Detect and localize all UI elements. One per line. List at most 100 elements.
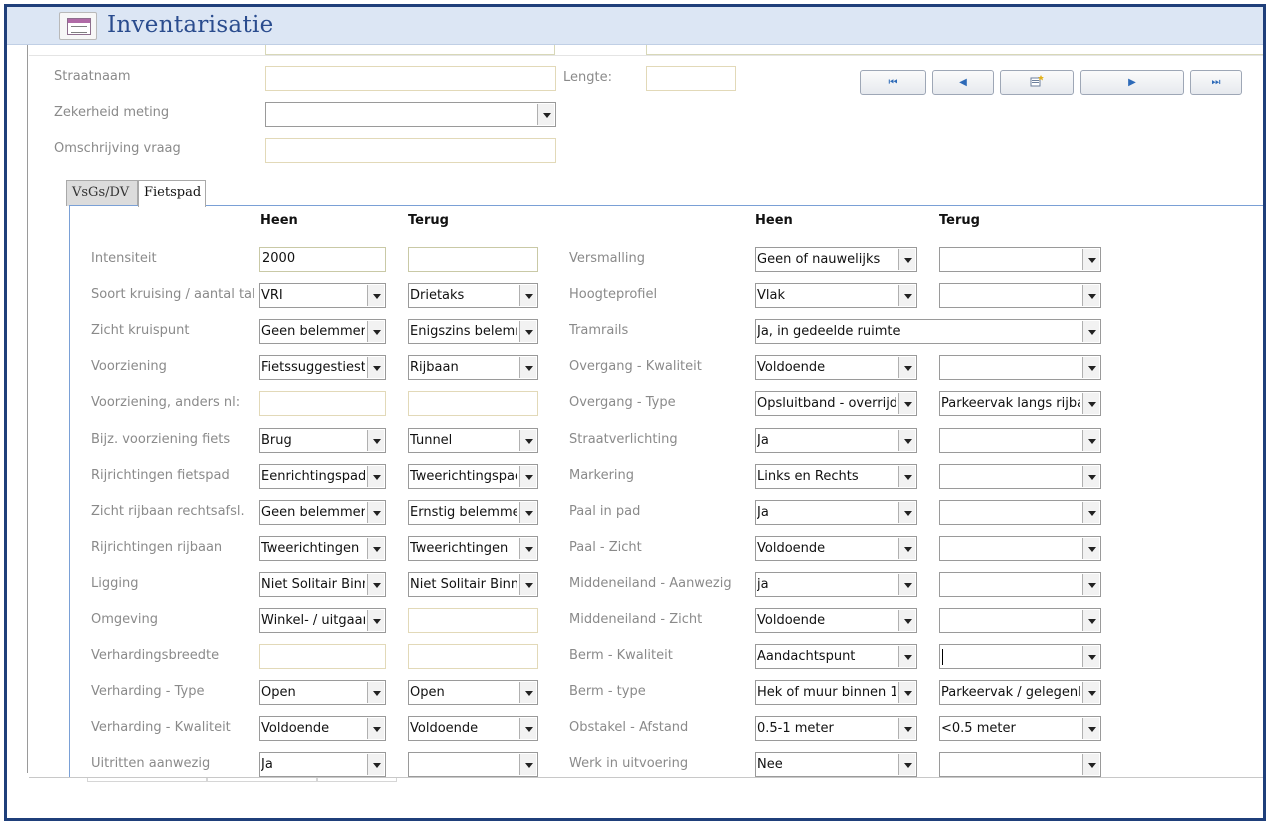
overgang-kwaliteit-terug-select[interactable] <box>939 355 1101 380</box>
chevron-down-icon[interactable] <box>898 538 915 559</box>
markering-heen-select[interactable]: Links en Rechts <box>755 464 917 489</box>
tramrails-select[interactable]: Ja, in gedeelde ruimte <box>755 319 1101 344</box>
chevron-down-icon[interactable] <box>1082 249 1099 270</box>
rijrichtingen-rijbaan-terug-select[interactable]: Tweerichtingen <box>408 536 538 561</box>
chevron-down-icon[interactable] <box>519 754 536 775</box>
obstakel-afstand-heen-select[interactable]: 0.5-1 meter <box>755 716 917 741</box>
chevron-down-icon[interactable] <box>367 466 384 487</box>
middeneiland-zicht-heen-select[interactable]: Voldoende <box>755 608 917 633</box>
zicht-rijbaan-rechtsafsl-terug-select[interactable]: Ernstig belemmerd <box>408 500 538 525</box>
chevron-down-icon[interactable] <box>367 502 384 523</box>
rijrichtingen-rijbaan-heen-select[interactable]: Tweerichtingen <box>259 536 386 561</box>
intensiteit-terug-field[interactable] <box>408 247 538 272</box>
voorziening-anders-nl-terug-field[interactable] <box>408 391 538 416</box>
chevron-down-icon[interactable] <box>519 357 536 378</box>
obstakel-afstand-terug-select[interactable]: <0.5 meter <box>939 716 1101 741</box>
tab-vsgs-dv[interactable]: VsGs/DV <box>66 180 138 206</box>
verharding-type-heen-select[interactable]: Open <box>259 680 386 705</box>
ligging-heen-select[interactable]: Niet Solitair Binnen <box>259 572 386 597</box>
verhardingsbreedte-heen-field[interactable] <box>259 644 386 669</box>
voorziening-heen-select[interactable]: Fietssuggestiestrook <box>259 355 386 380</box>
chevron-down-icon[interactable] <box>1082 682 1099 703</box>
chevron-down-icon[interactable] <box>519 285 536 306</box>
zicht-kruispunt-heen-select[interactable]: Geen belemmering <box>259 319 386 344</box>
chevron-down-icon[interactable] <box>1082 754 1099 775</box>
straatverlichting-heen-select[interactable]: Ja <box>755 428 917 453</box>
zicht-kruispunt-terug-select[interactable]: Enigszins belemmerd <box>408 319 538 344</box>
chevron-down-icon[interactable] <box>1082 393 1099 414</box>
werk-in-uitvoering-terug-select[interactable] <box>939 752 1101 777</box>
uitritten-aanwezig-heen-select[interactable]: Ja <box>259 752 386 777</box>
chevron-down-icon[interactable] <box>898 682 915 703</box>
chevron-down-icon[interactable] <box>898 430 915 451</box>
versmalling-heen-select[interactable]: Geen of nauwelijks <box>755 247 917 272</box>
rijrichtingen-fietspad-heen-select[interactable]: Eenrichtingspad <box>259 464 386 489</box>
overgang-type-heen-select[interactable]: Opsluitband - overrijdbaar <box>755 391 917 416</box>
chevron-down-icon[interactable] <box>367 718 384 739</box>
last-record-button[interactable]: ⏭ <box>1190 70 1242 95</box>
paal-in-pad-terug-select[interactable] <box>939 500 1101 525</box>
partial-field-left[interactable] <box>265 45 555 55</box>
chevron-down-icon[interactable] <box>898 393 915 414</box>
overgang-kwaliteit-heen-select[interactable]: Voldoende <box>755 355 917 380</box>
omgeving-terug-field[interactable] <box>408 608 538 633</box>
chevron-down-icon[interactable] <box>898 754 915 775</box>
chevron-down-icon[interactable] <box>1082 646 1099 667</box>
paal-in-pad-heen-select[interactable]: Ja <box>755 500 917 525</box>
hoogteprofiel-terug-select[interactable] <box>939 283 1101 308</box>
bijz-voorziening-fiets-terug-select[interactable]: Tunnel <box>408 428 538 453</box>
chevron-down-icon[interactable] <box>367 754 384 775</box>
record-selector[interactable] <box>10 45 28 773</box>
ligging-terug-select[interactable]: Niet Solitair Binnen <box>408 572 538 597</box>
chevron-down-icon[interactable] <box>367 357 384 378</box>
intensiteit-heen-field[interactable]: 2000 <box>259 247 386 272</box>
versmalling-terug-select[interactable] <box>939 247 1101 272</box>
voorziening-anders-nl-heen-field[interactable] <box>259 391 386 416</box>
chevron-down-icon[interactable] <box>1082 718 1099 739</box>
berm-kwaliteit-heen-select[interactable]: Aandachtspunt <box>755 644 917 669</box>
chevron-down-icon[interactable] <box>367 285 384 306</box>
bijz-voorziening-fiets-heen-select[interactable]: Brug <box>259 428 386 453</box>
chevron-down-icon[interactable] <box>367 574 384 595</box>
chevron-down-icon[interactable] <box>519 321 536 342</box>
new-record-button[interactable] <box>1000 70 1074 95</box>
chevron-down-icon[interactable] <box>1082 574 1099 595</box>
overgang-type-terug-select[interactable]: Parkeervak langs rijbaan <box>939 391 1101 416</box>
soort-kruising-aantal-takken-terug-select[interactable]: Drietaks <box>408 283 538 308</box>
chevron-down-icon[interactable] <box>1082 502 1099 523</box>
uitritten-aanwezig-terug-select[interactable] <box>408 752 538 777</box>
berm-type-heen-select[interactable]: Hek of muur binnen 1 m <box>755 680 917 705</box>
chevron-down-icon[interactable] <box>1082 538 1099 559</box>
chevron-down-icon[interactable] <box>519 502 536 523</box>
previous-record-button[interactable]: ◀ <box>932 70 994 95</box>
markering-terug-select[interactable] <box>939 464 1101 489</box>
verharding-type-terug-select[interactable]: Open <box>408 680 538 705</box>
verharding-kwaliteit-heen-select[interactable]: Voldoende <box>259 716 386 741</box>
chevron-down-icon[interactable] <box>898 646 915 667</box>
chevron-down-icon[interactable] <box>1082 285 1099 306</box>
chevron-down-icon[interactable] <box>519 718 536 739</box>
omschrijving-vraag-field[interactable] <box>265 138 556 163</box>
chevron-down-icon[interactable] <box>1082 357 1099 378</box>
werk-in-uitvoering-heen-select[interactable]: Nee <box>755 752 917 777</box>
chevron-down-icon[interactable] <box>898 574 915 595</box>
partial-field-right[interactable] <box>646 45 1263 55</box>
berm-type-terug-select[interactable]: Parkeervak / gelegenheid <box>939 680 1101 705</box>
first-record-button[interactable]: ⏮ <box>860 70 926 95</box>
chevron-down-icon[interactable] <box>367 610 384 631</box>
verharding-kwaliteit-terug-select[interactable]: Voldoende <box>408 716 538 741</box>
chevron-down-icon[interactable] <box>898 285 915 306</box>
chevron-down-icon[interactable] <box>1082 610 1099 631</box>
lengte-field[interactable] <box>646 66 736 91</box>
omgeving-heen-select[interactable]: Winkel- / uitgaansgebied <box>259 608 386 633</box>
verhardingsbreedte-terug-field[interactable] <box>408 644 538 669</box>
chevron-down-icon[interactable] <box>367 682 384 703</box>
chevron-down-icon[interactable] <box>519 538 536 559</box>
next-record-button[interactable]: ▶ <box>1080 70 1184 95</box>
chevron-down-icon[interactable] <box>367 321 384 342</box>
chevron-down-icon[interactable] <box>519 466 536 487</box>
zicht-rijbaan-rechtsafsl-heen-select[interactable]: Geen belemmering <box>259 500 386 525</box>
chevron-down-icon[interactable] <box>898 610 915 631</box>
rijrichtingen-fietspad-terug-select[interactable]: Tweerichtingspad <box>408 464 538 489</box>
chevron-down-icon[interactable] <box>898 357 915 378</box>
